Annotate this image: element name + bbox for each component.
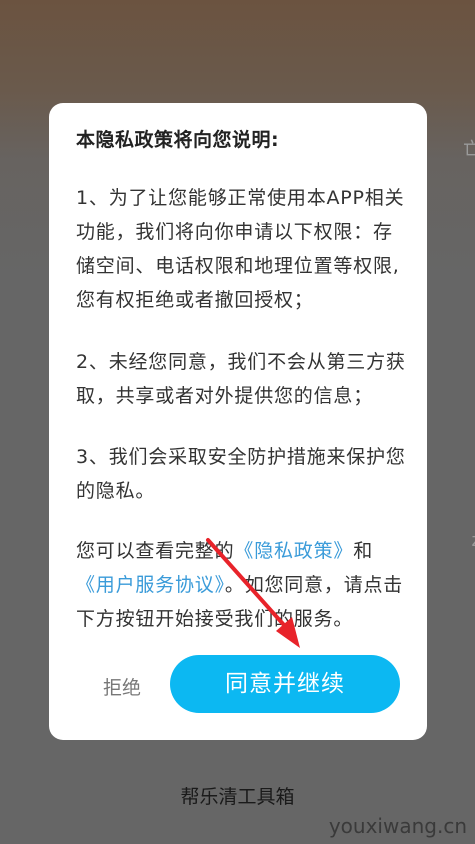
security-paragraph: 3、我们会采取安全防护措施来保护您的隐私。 — [76, 446, 406, 502]
privacy-dialog: 本隐私政策将向您说明: 1、为了让您能够正常使用本APP相关功能，我们将向你申请… — [49, 103, 427, 740]
privacy-policy-link[interactable]: 《隐私政策》 — [234, 540, 353, 562]
permission-paragraph: 1、为了让您能够正常使用本APP相关功能，我们将向你申请以下权限：存储空间、电话… — [76, 187, 405, 311]
reject-button[interactable]: 拒绝 — [103, 673, 141, 700]
policy-text-prefix: 您可以查看完整的 — [76, 540, 235, 562]
dialog-title: 本隐私政策将向您说明: — [76, 129, 280, 151]
background-app-name: 帮乐清工具箱 — [180, 786, 295, 808]
watermark: youxiwang.cn — [328, 814, 467, 838]
policy-links-paragraph: 您可以查看完整的《隐私政策》和《用户服务协议》。如您同意，请点击下方按钮开始接受… — [76, 534, 406, 636]
data-sharing-paragraph: 2、未经您同意，我们不会从第三方获取，共享或者对外提供您的信息； — [76, 351, 406, 407]
policy-text-and: 和 — [353, 540, 374, 562]
user-agreement-link[interactable]: 《用户服务协议》 — [76, 574, 225, 596]
agree-continue-button[interactable]: 同意并继续 — [170, 655, 400, 713]
background-edge-glyph: 亡 — [463, 139, 475, 160]
screen: 亡 r z 帮乐清工具箱 本隐私政策将向您说明: 1、为了让您能够正常使用本AP… — [0, 0, 475, 844]
background-edge-glyph: z — [472, 530, 475, 551]
